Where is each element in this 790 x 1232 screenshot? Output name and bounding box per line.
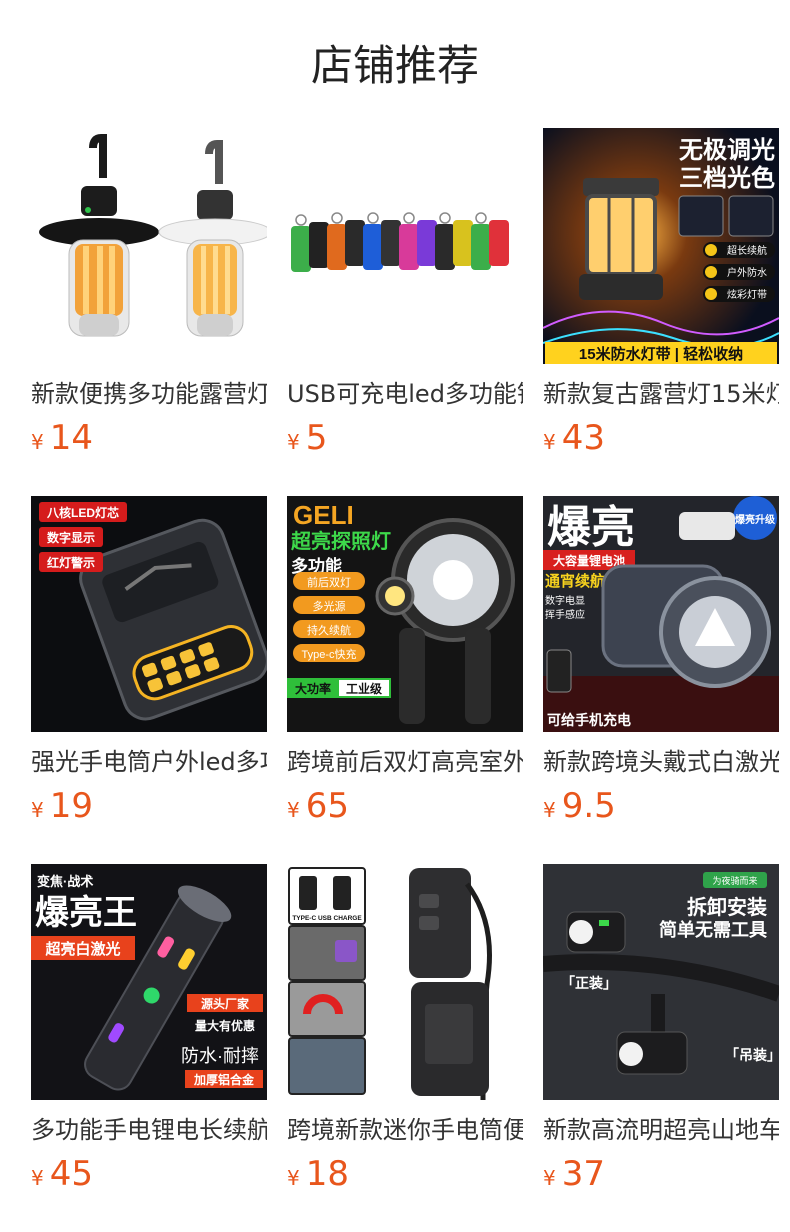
currency-symbol: ¥ <box>543 1166 556 1190</box>
product-name[interactable]: 新款跨境头戴式白激光头灯 <box>543 746 779 778</box>
page-title: 店铺推荐 <box>310 41 479 90</box>
overlay-badge2: 工业级 <box>346 681 382 696</box>
overlay-banner: 15米防水灯带 | 轻松收纳 <box>579 345 743 363</box>
product-name[interactable]: 多功能手电锂电长续航强光 <box>31 1114 267 1146</box>
product-name[interactable]: 跨境前后双灯高亮室外探照灯 <box>287 746 523 778</box>
product-image-retro-lantern[interactable]: 无极调光 三档光色 超长续航 户外防水 炫彩灯带 15米防水灯带 | 轻松收纳 <box>543 128 779 364</box>
overlay-brand: GELI <box>293 500 354 530</box>
overlay-badge1: 大功率 <box>295 681 331 696</box>
overlay-tag4: 挥手感应 <box>545 608 585 621</box>
product-card[interactable]: USB可充电led多功能钥匙扣灯 ¥5 <box>287 128 523 464</box>
product-price: ¥45 <box>31 1154 267 1194</box>
product-card[interactable]: 变焦·战术 爆亮王 超亮白激光 源头厂家 量大有优惠 防水·耐摔 加厚铝合金 多… <box>31 864 267 1200</box>
overlay-tag1: 八核LED灯芯 <box>46 505 119 520</box>
product-name[interactable]: 新款高流明超亮山地车灯 <box>543 1114 779 1146</box>
overlay-tag2: 多光源 <box>313 599 346 613</box>
product-image-searchlight[interactable]: GELI 超亮探照灯 多功能 前后双灯 多光源 持久续航 Type-c快充 大功… <box>287 496 523 732</box>
overlay-tag3: 量大有优惠 <box>195 1018 255 1033</box>
product-price: ¥37 <box>543 1154 779 1194</box>
product-image-bike-light[interactable]: 为夜骑而来 拆卸安装 简单无需工具 「正装」 「吊装」 <box>543 864 779 1100</box>
overlay-headline2: 三档光色 <box>679 164 775 192</box>
overlay-banner: 可给手机充电 <box>547 712 631 728</box>
price-value: 18 <box>305 1154 349 1194</box>
overlay-tag5: 加厚铝合金 <box>193 1072 255 1087</box>
price-value: 65 <box>305 786 349 826</box>
currency-symbol: ¥ <box>543 430 556 454</box>
product-price: ¥19 <box>31 786 267 826</box>
price-value: 43 <box>561 418 605 458</box>
currency-symbol: ¥ <box>287 798 300 822</box>
overlay-label: TYPE-C USB CHARGE <box>292 915 362 922</box>
product-card[interactable]: TYPE-C USB CHARGE 跨境新款迷你手电筒便携 ¥18 <box>287 864 523 1200</box>
product-price: ¥14 <box>31 418 267 458</box>
overlay-tag1: 大容量锂电池 <box>553 553 625 568</box>
price-value: 5 <box>305 418 328 458</box>
overlay-tag1: 超长续航 <box>727 244 767 257</box>
product-image-mini-flashlight[interactable]: TYPE-C USB CHARGE <box>287 864 523 1100</box>
product-price: ¥9.5 <box>543 786 779 826</box>
overlay-tag4: 防水·耐摔 <box>181 1046 259 1066</box>
overlay-tag: 为夜骑而来 <box>712 875 757 886</box>
price-value: 37 <box>561 1154 605 1194</box>
price-value: 9.5 <box>561 786 616 826</box>
product-card[interactable]: 无极调光 三档光色 超长续航 户外防水 炫彩灯带 15米防水灯带 | 轻松收纳 … <box>543 128 779 464</box>
overlay-label1: 「正装」 <box>561 975 617 991</box>
product-image-headlamp[interactable]: 爆亮 爆亮升级 大容量锂电池 通宵续航 数字电显 挥手感应 可给手机充电 <box>543 496 779 732</box>
product-card[interactable]: 八核LED灯芯 数字显示 红灯警示 强光手电筒户外led多功能 ¥19 <box>31 496 267 832</box>
price-value: 14 <box>49 418 93 458</box>
currency-symbol: ¥ <box>31 798 44 822</box>
currency-symbol: ¥ <box>31 430 44 454</box>
product-name[interactable]: USB可充电led多功能钥匙扣灯 <box>287 378 523 410</box>
product-image-camping-lanterns[interactable] <box>31 128 267 364</box>
product-name[interactable]: 新款复古露营灯15米灯带 <box>543 378 779 410</box>
currency-symbol: ¥ <box>287 430 300 454</box>
overlay-headline: 超亮探照灯 <box>290 529 391 553</box>
overlay-headline: 爆亮王 <box>35 894 137 932</box>
overlay-headline2: 简单无需工具 <box>659 919 767 940</box>
product-card[interactable]: GELI 超亮探照灯 多功能 前后双灯 多光源 持久续航 Type-c快充 大功… <box>287 496 523 832</box>
overlay-headline: 爆亮 <box>547 503 635 552</box>
currency-symbol: ¥ <box>287 1166 300 1190</box>
overlay-label2: 「吊装」 <box>725 1047 779 1063</box>
overlay-tag3: 持久续航 <box>307 623 351 637</box>
overlay-badge: 爆亮升级 <box>735 513 776 526</box>
product-price: ¥18 <box>287 1154 523 1194</box>
price-value: 19 <box>49 786 93 826</box>
price-value: 45 <box>49 1154 93 1194</box>
currency-symbol: ¥ <box>31 1166 44 1190</box>
overlay-tag1: 前后双灯 <box>307 575 351 589</box>
product-price: ¥43 <box>543 418 779 458</box>
product-image-tactical-flashlight[interactable]: 变焦·战术 爆亮王 超亮白激光 源头厂家 量大有优惠 防水·耐摔 加厚铝合金 <box>31 864 267 1100</box>
overlay-headline1: 拆卸安装 <box>687 895 767 919</box>
overlay-tag2: 数字显示 <box>47 530 95 545</box>
currency-symbol: ¥ <box>543 798 556 822</box>
product-card[interactable]: 为夜骑而来 拆卸安装 简单无需工具 「正装」 「吊装」 新款高流明超亮山地车灯 … <box>543 864 779 1200</box>
product-card[interactable]: 爆亮 爆亮升级 大容量锂电池 通宵续航 数字电显 挥手感应 可给手机充电 新款跨… <box>543 496 779 832</box>
product-card[interactable]: 新款便携多功能露营灯户外 ¥14 <box>31 128 267 464</box>
overlay-tag2: 通宵续航 <box>545 572 605 590</box>
product-name[interactable]: 强光手电筒户外led多功能 <box>31 746 267 778</box>
product-image-work-light[interactable]: 八核LED灯芯 数字显示 红灯警示 <box>31 496 267 732</box>
product-grid: 新款便携多功能露营灯户外 ¥14 <box>31 128 779 1200</box>
overlay-tag3: 数字电显 <box>545 594 585 607</box>
overlay-tag3: 炫彩灯带 <box>727 288 767 301</box>
overlay-top: 变焦·战术 <box>37 874 93 889</box>
overlay-tag2: 源头厂家 <box>201 996 250 1011</box>
product-price: ¥5 <box>287 418 523 458</box>
overlay-tag4: Type-c快充 <box>301 647 356 661</box>
overlay-tag2: 户外防水 <box>727 266 767 279</box>
overlay-headline1: 无极调光 <box>679 137 775 164</box>
product-name[interactable]: 跨境新款迷你手电筒便携 <box>287 1114 523 1146</box>
product-price: ¥65 <box>287 786 523 826</box>
overlay-tag3: 红灯警示 <box>47 555 95 570</box>
product-name[interactable]: 新款便携多功能露营灯户外 <box>31 378 267 410</box>
overlay-tag1: 超亮白激光 <box>44 940 120 958</box>
product-image-keychain-lights[interactable] <box>287 128 523 364</box>
